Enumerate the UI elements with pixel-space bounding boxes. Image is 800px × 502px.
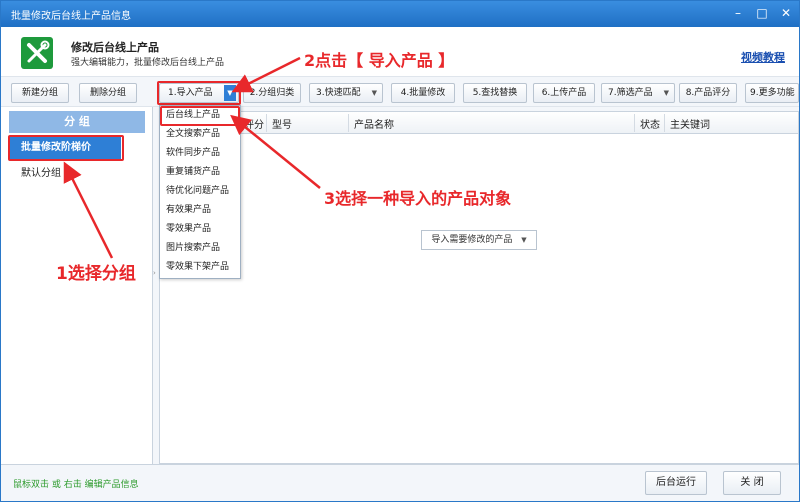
menu-item[interactable]: 全文搜索产品 (160, 125, 240, 144)
footer: 鼠标双击 或 右击 编辑产品信息 后台运行 关 闭 (1, 464, 799, 501)
column-header-model[interactable]: 型号 (272, 116, 292, 131)
highlight-box-menu (160, 106, 240, 126)
quick-match-button[interactable]: 3.快速匹配 ▼ (309, 83, 383, 103)
find-replace-button[interactable]: 5.查找替换 (463, 83, 527, 103)
sidebar-item-group[interactable]: 默认分组 (9, 163, 145, 185)
main-toolbar: 1.导入产品 ▼ 2.分组归类 3.快速匹配 ▼ 4.批量修改 5.查找替换 6.… (153, 77, 799, 107)
footer-hint: 鼠标双击 或 右击 编辑产品信息 (13, 480, 139, 490)
filter-products-button[interactable]: 7.筛选产品 ▼ (601, 83, 675, 103)
filter-products-label: 7.筛选产品 (608, 88, 653, 98)
upload-products-button[interactable]: 6.上传产品 (533, 83, 595, 103)
header-title: 修改后台线上产品 (71, 41, 159, 54)
highlight-box-group (8, 135, 124, 161)
quick-match-label: 3.快速匹配 (316, 88, 361, 98)
header-subtitle: 强大编辑能力，批量修改后台线上产品 (71, 58, 225, 68)
title-bar: 批量修改后台线上产品信息 – □ ✕ (1, 1, 799, 27)
close-icon[interactable]: ✕ (777, 5, 795, 21)
import-target-label: 导入需要修改的产品 (431, 235, 513, 245)
minimize-icon[interactable]: – (729, 5, 747, 21)
column-header-main-keyword[interactable]: 主关键词 (670, 116, 710, 131)
group-classify-button[interactable]: 2.分组归类 (243, 83, 301, 103)
column-header-score[interactable]: 评分 (244, 116, 264, 131)
more-functions-button[interactable]: 9.更多功能 (745, 83, 799, 103)
annotation-step2: 2点击【 导入产品 】 (304, 51, 455, 70)
menu-item[interactable]: 软件同步产品 (160, 144, 240, 163)
column-header-status[interactable]: 状态 (640, 116, 660, 131)
chevron-down-icon: ▼ (663, 89, 669, 97)
window-title: 批量修改后台线上产品信息 (11, 11, 131, 22)
run-background-button[interactable]: 后台运行 (645, 471, 707, 495)
chevron-down-icon: ▼ (521, 236, 527, 244)
maximize-icon[interactable]: □ (753, 5, 771, 21)
chevron-down-icon: ▼ (371, 89, 377, 97)
close-button[interactable]: 关 闭 (723, 471, 781, 495)
menu-item[interactable]: 重复铺货产品 (160, 163, 240, 182)
annotation-step3: 3选择一种导入的产品对象 (324, 189, 512, 208)
delete-group-button[interactable]: 删除分组 (79, 83, 137, 103)
import-target-select[interactable]: 导入需要修改的产品 ▼ (421, 230, 537, 250)
video-tutorial-link[interactable]: 视频教程 (741, 49, 785, 65)
wrench-screwdriver-icon (21, 37, 53, 69)
menu-item[interactable]: 零效果下架产品 (160, 258, 240, 277)
product-grid: 评分 型号 产品名称 状态 主关键词 (159, 111, 799, 464)
menu-item[interactable]: 零效果产品 (160, 220, 240, 239)
menu-item[interactable]: 图片搜索产品 (160, 239, 240, 258)
menu-item[interactable]: 待优化问题产品 (160, 182, 240, 201)
column-header-product-name[interactable]: 产品名称 (354, 116, 394, 131)
group-header: 分 组 (9, 111, 145, 133)
grid-header: 评分 型号 产品名称 状态 主关键词 (160, 112, 798, 134)
new-group-button[interactable]: 新建分组 (11, 83, 69, 103)
batch-modify-button[interactable]: 4.批量修改 (391, 83, 455, 103)
app-window: 批量修改后台线上产品信息 – □ ✕ 修改后台线上产品 强大编辑能力，批量修改后… (0, 0, 800, 502)
import-dropdown-menu: 后台线上产品 全文搜索产品 软件同步产品 重复铺货产品 待优化问题产品 有效果产… (159, 105, 241, 279)
product-score-button[interactable]: 8.产品评分 (679, 83, 737, 103)
highlight-box-import (157, 81, 241, 105)
menu-item[interactable]: 有效果产品 (160, 201, 240, 220)
sidebar-toolbar: 新建分组 删除分组 (1, 77, 153, 107)
annotation-step1: 1选择分组 (56, 264, 136, 284)
